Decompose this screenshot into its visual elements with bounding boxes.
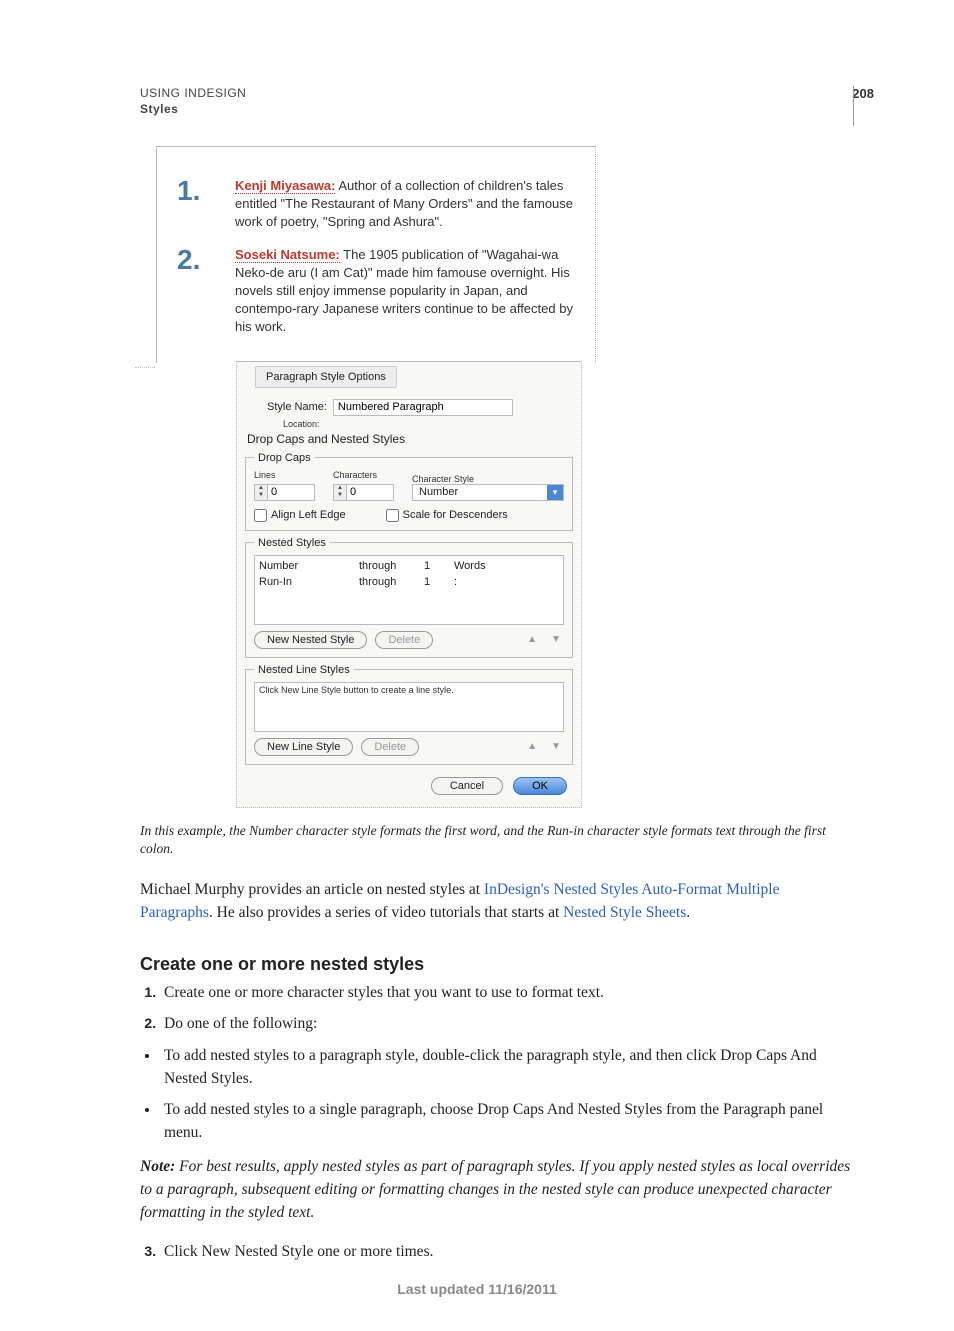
move-down-icon[interactable]: ▼ [548, 741, 564, 752]
align-left-edge-checkbox[interactable]: Align Left Edge [254, 509, 346, 522]
scale-for-descenders-label: Scale for Descenders [403, 509, 508, 521]
nested-line-styles-group: Nested Line Styles Click New Line Style … [245, 664, 573, 765]
running-head-line1: USING INDESIGN [140, 86, 854, 100]
paragraph-style-options-dialog: Paragraph Style Options Style Name: Loca… [236, 361, 582, 808]
lines-input[interactable] [268, 485, 314, 500]
move-up-icon[interactable]: ▲ [524, 634, 540, 645]
sample-item-1: 1. Kenji Miyasawa: Author of a collectio… [177, 177, 575, 232]
scale-for-descenders-checkbox[interactable]: Scale for Descenders [386, 509, 508, 522]
drop-caps-legend: Drop Caps [254, 452, 315, 464]
bullet-1: To add nested styles to a paragraph styl… [160, 1044, 854, 1091]
step-2: Do one of the following: [160, 1012, 854, 1035]
new-nested-style-button[interactable]: New Nested Style [254, 631, 367, 649]
style-name-label: Style Name: [267, 401, 327, 413]
nested-styles-list[interactable]: Number through 1 Words Run-In through 1 … [254, 555, 564, 625]
delete-line-style-button[interactable]: Delete [361, 738, 419, 756]
location-label: Location: [283, 419, 320, 429]
link-nested-style-sheets[interactable]: Nested Style Sheets [563, 904, 686, 921]
dropdown-arrow-icon: ▾ [547, 485, 563, 500]
nested-style-row: Run-In through 1 : [259, 574, 559, 590]
characters-label: Characters [333, 470, 394, 480]
step-3: Click New Nested Style one or more times… [160, 1240, 854, 1263]
nested-style-row: Number through 1 Words [259, 558, 559, 574]
character-style-select[interactable]: Number ▾ [412, 484, 564, 501]
page-footer: Last updated 11/16/2011 [0, 1281, 954, 1297]
body-paragraph: Michael Murphy provides an article on ne… [140, 879, 854, 924]
figure-caption: In this example, the Number character st… [140, 822, 854, 860]
running-head-line2: Styles [140, 102, 854, 116]
note: Note: For best results, apply nested sty… [140, 1155, 854, 1225]
nested-styles-group: Nested Styles Number through 1 Words Run… [245, 537, 573, 658]
move-up-icon[interactable]: ▲ [524, 741, 540, 752]
character-style-label: Character Style [412, 474, 564, 484]
characters-stepper[interactable]: ▲▼ [333, 484, 394, 501]
move-down-icon[interactable]: ▼ [548, 634, 564, 645]
sample-runin-1: Kenji Miyasawa: [235, 178, 335, 194]
sample-number-2: 2. [177, 246, 235, 337]
sample-number-1: 1. [177, 177, 235, 232]
running-head: USING INDESIGN Styles [140, 86, 854, 116]
drop-caps-group: Drop Caps Lines ▲▼ Characters ▲▼ [245, 452, 573, 531]
new-line-style-button[interactable]: New Line Style [254, 738, 353, 756]
characters-input[interactable] [347, 485, 393, 500]
sample-item-2: 2. Soseki Natsume: The 1905 publication … [177, 246, 575, 337]
dialog-title: Paragraph Style Options [255, 366, 397, 388]
bullet-2: To add nested styles to a single paragra… [160, 1098, 854, 1145]
cancel-button[interactable]: Cancel [431, 777, 503, 795]
section-heading: Create one or more nested styles [140, 954, 854, 975]
ok-button[interactable]: OK [513, 777, 567, 795]
nested-line-styles-legend: Nested Line Styles [254, 664, 354, 676]
character-style-value: Number [419, 486, 458, 498]
figure: 1. Kenji Miyasawa: Author of a collectio… [156, 146, 596, 808]
note-label: Note: [140, 1158, 175, 1175]
sample-document: 1. Kenji Miyasawa: Author of a collectio… [156, 146, 596, 363]
lines-stepper[interactable]: ▲▼ [254, 484, 315, 501]
panel-heading: Drop Caps and Nested Styles [247, 432, 571, 446]
note-body: For best results, apply nested styles as… [140, 1158, 850, 1222]
align-left-edge-label: Align Left Edge [271, 509, 346, 521]
delete-nested-style-button[interactable]: Delete [375, 631, 433, 649]
sample-runin-2: Soseki Natsume: [235, 247, 340, 263]
header-rule [853, 86, 854, 126]
nested-line-styles-list[interactable]: Click New Line Style button to create a … [254, 682, 564, 732]
page-number: 208 [852, 86, 874, 101]
nested-line-styles-hint: Click New Line Style button to create a … [259, 685, 559, 695]
style-name-input[interactable] [333, 399, 513, 416]
lines-label: Lines [254, 470, 315, 480]
nested-styles-legend: Nested Styles [254, 537, 330, 549]
step-1: Create one or more character styles that… [160, 981, 854, 1004]
